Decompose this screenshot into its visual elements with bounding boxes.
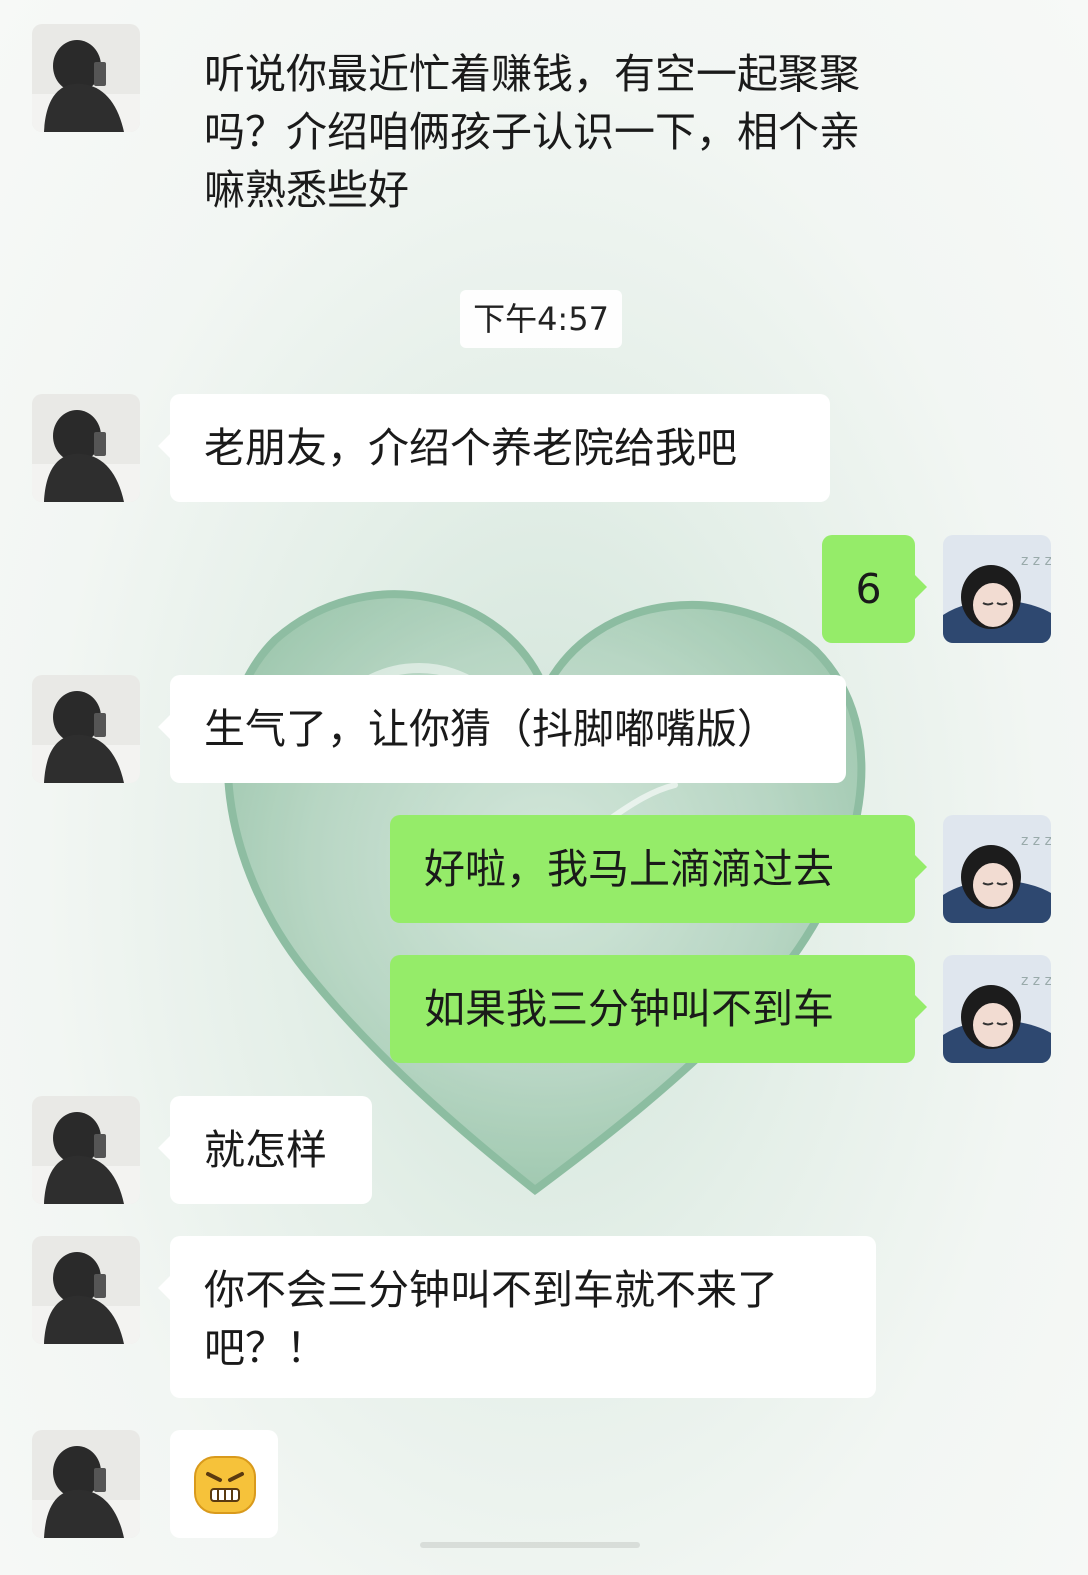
message-text: 听说你最近忙着赚钱，有空一起聚聚吗？介绍咱俩孩子认识一下，相个亲嘛熟悉些好: [204, 50, 860, 214]
contact-avatar[interactable]: [32, 675, 140, 783]
message-bubble-outgoing[interactable]: 如果我三分钟叫不到车: [390, 955, 927, 1063]
svg-text:z z z: z z z: [1021, 553, 1051, 569]
message-bubble-incoming[interactable]: 听说你最近忙着赚钱，有空一起聚聚吗？介绍咱俩孩子认识一下，相个亲嘛熟悉些好: [170, 20, 900, 244]
message-bubble-incoming[interactable]: 你不会三分钟叫不到车就不来了吧？！: [158, 1236, 876, 1398]
self-avatar[interactable]: z z z: [943, 955, 1051, 1063]
message-bubble-incoming[interactable]: 老朋友，介绍个养老院给我吧: [158, 394, 830, 502]
message-bubble-outgoing[interactable]: 6: [822, 535, 927, 643]
self-avatar[interactable]: z z z: [943, 815, 1051, 923]
self-avatar[interactable]: z z z: [943, 535, 1051, 643]
message-text: 6: [855, 565, 882, 613]
message-text: 生气了，让你猜（抖脚嘟嘴版）: [204, 705, 778, 753]
message-text: 就怎样: [204, 1126, 327, 1174]
message-text: 你不会三分钟叫不到车就不来了吧？！: [204, 1266, 778, 1372]
contact-avatar[interactable]: [32, 1236, 140, 1344]
message-bubble-incoming[interactable]: [170, 1430, 278, 1538]
contact-avatar[interactable]: [32, 24, 140, 132]
contact-avatar[interactable]: [32, 1096, 140, 1204]
contact-avatar[interactable]: [32, 1430, 140, 1538]
message-text: 如果我三分钟叫不到车: [424, 985, 834, 1033]
contact-avatar[interactable]: [32, 394, 140, 502]
message-bubble-incoming[interactable]: 生气了，让你猜（抖脚嘟嘴版）: [158, 675, 846, 783]
timestamp-label: 下午4:57: [460, 290, 622, 348]
watermark: [420, 1542, 640, 1548]
message-bubble-outgoing[interactable]: 好啦，我马上滴滴过去: [390, 815, 927, 923]
angry-face-emoji: [194, 1456, 256, 1514]
message-bubble-incoming[interactable]: 就怎样: [158, 1096, 372, 1204]
svg-text:z z z: z z z: [1021, 973, 1051, 989]
svg-text:z z z: z z z: [1021, 833, 1051, 849]
message-text: 老朋友，介绍个养老院给我吧: [204, 424, 737, 472]
message-text: 好啦，我马上滴滴过去: [424, 845, 834, 893]
